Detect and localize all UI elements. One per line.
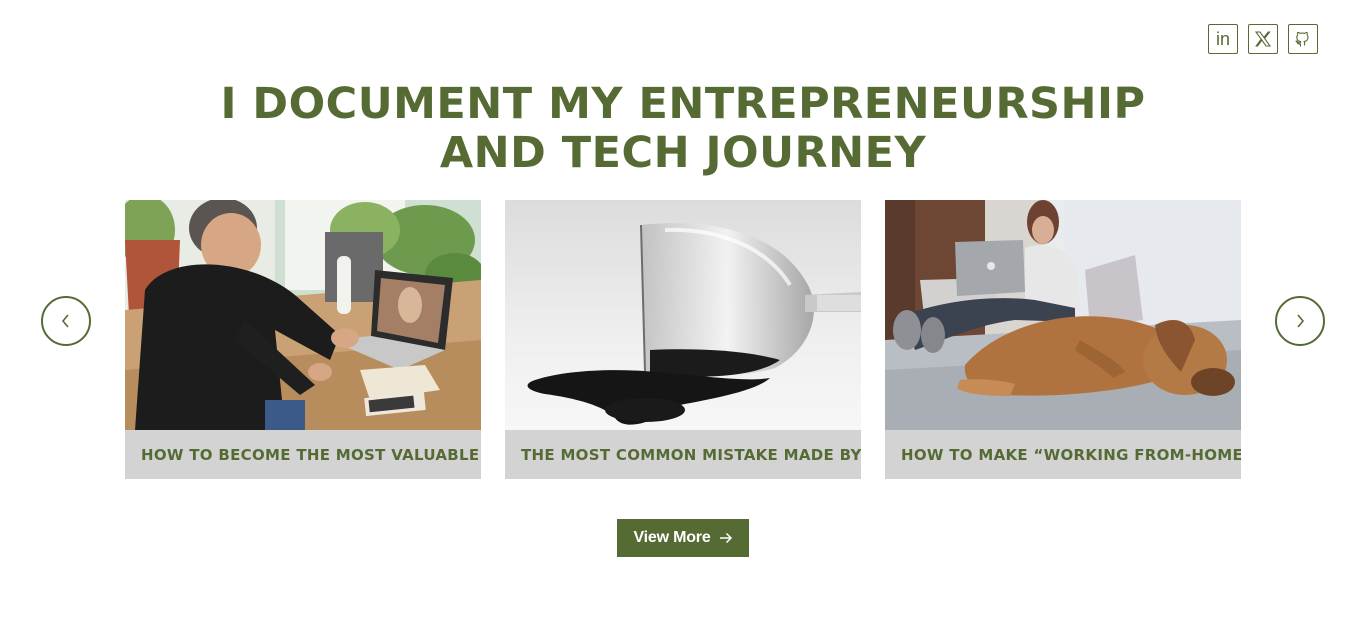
- page-title: I DOCUMENT MY ENTREPRENEURSHIP AND TECH …: [0, 80, 1366, 178]
- github-icon: [1295, 31, 1309, 47]
- man-on-video-call-photo: [125, 200, 481, 430]
- x-icon: [1254, 31, 1272, 47]
- carousel-prev-button[interactable]: [41, 296, 91, 346]
- github-link[interactable]: [1288, 24, 1318, 54]
- title-line-1: I DOCUMENT MY ENTREPRENEURSHIP: [220, 79, 1146, 129]
- linkedin-link[interactable]: in: [1208, 24, 1238, 54]
- chevron-left-icon: [61, 314, 69, 328]
- view-more-button[interactable]: View More: [617, 519, 749, 557]
- linkedin-icon: in: [1215, 29, 1230, 49]
- blog-card[interactable]: THE MOST COMMON MISTAKE MADE BY ...: [505, 200, 861, 479]
- view-more-label: View More: [633, 529, 711, 546]
- arrow-right-icon: [719, 532, 732, 544]
- woman-with-laptop-and-dog-photo: [885, 200, 1241, 430]
- chevron-right-icon: [1297, 314, 1305, 328]
- carousel-next-button[interactable]: [1275, 296, 1325, 346]
- title-line-2: AND TECH JOURNEY: [439, 128, 927, 178]
- spilled-wine-glass-photo: [505, 200, 861, 430]
- x-link[interactable]: [1248, 24, 1278, 54]
- card-title: HOW TO MAKE “WORKING FROM-HOME...: [901, 445, 1241, 464]
- card-title: HOW TO BECOME THE MOST VALUABLE ...: [141, 445, 481, 464]
- card-title: THE MOST COMMON MISTAKE MADE BY ...: [521, 445, 861, 464]
- blog-card[interactable]: HOW TO MAKE “WORKING FROM-HOME...: [885, 200, 1241, 479]
- social-links: in: [1208, 24, 1318, 54]
- blog-card[interactable]: HOW TO BECOME THE MOST VALUABLE ...: [125, 200, 481, 479]
